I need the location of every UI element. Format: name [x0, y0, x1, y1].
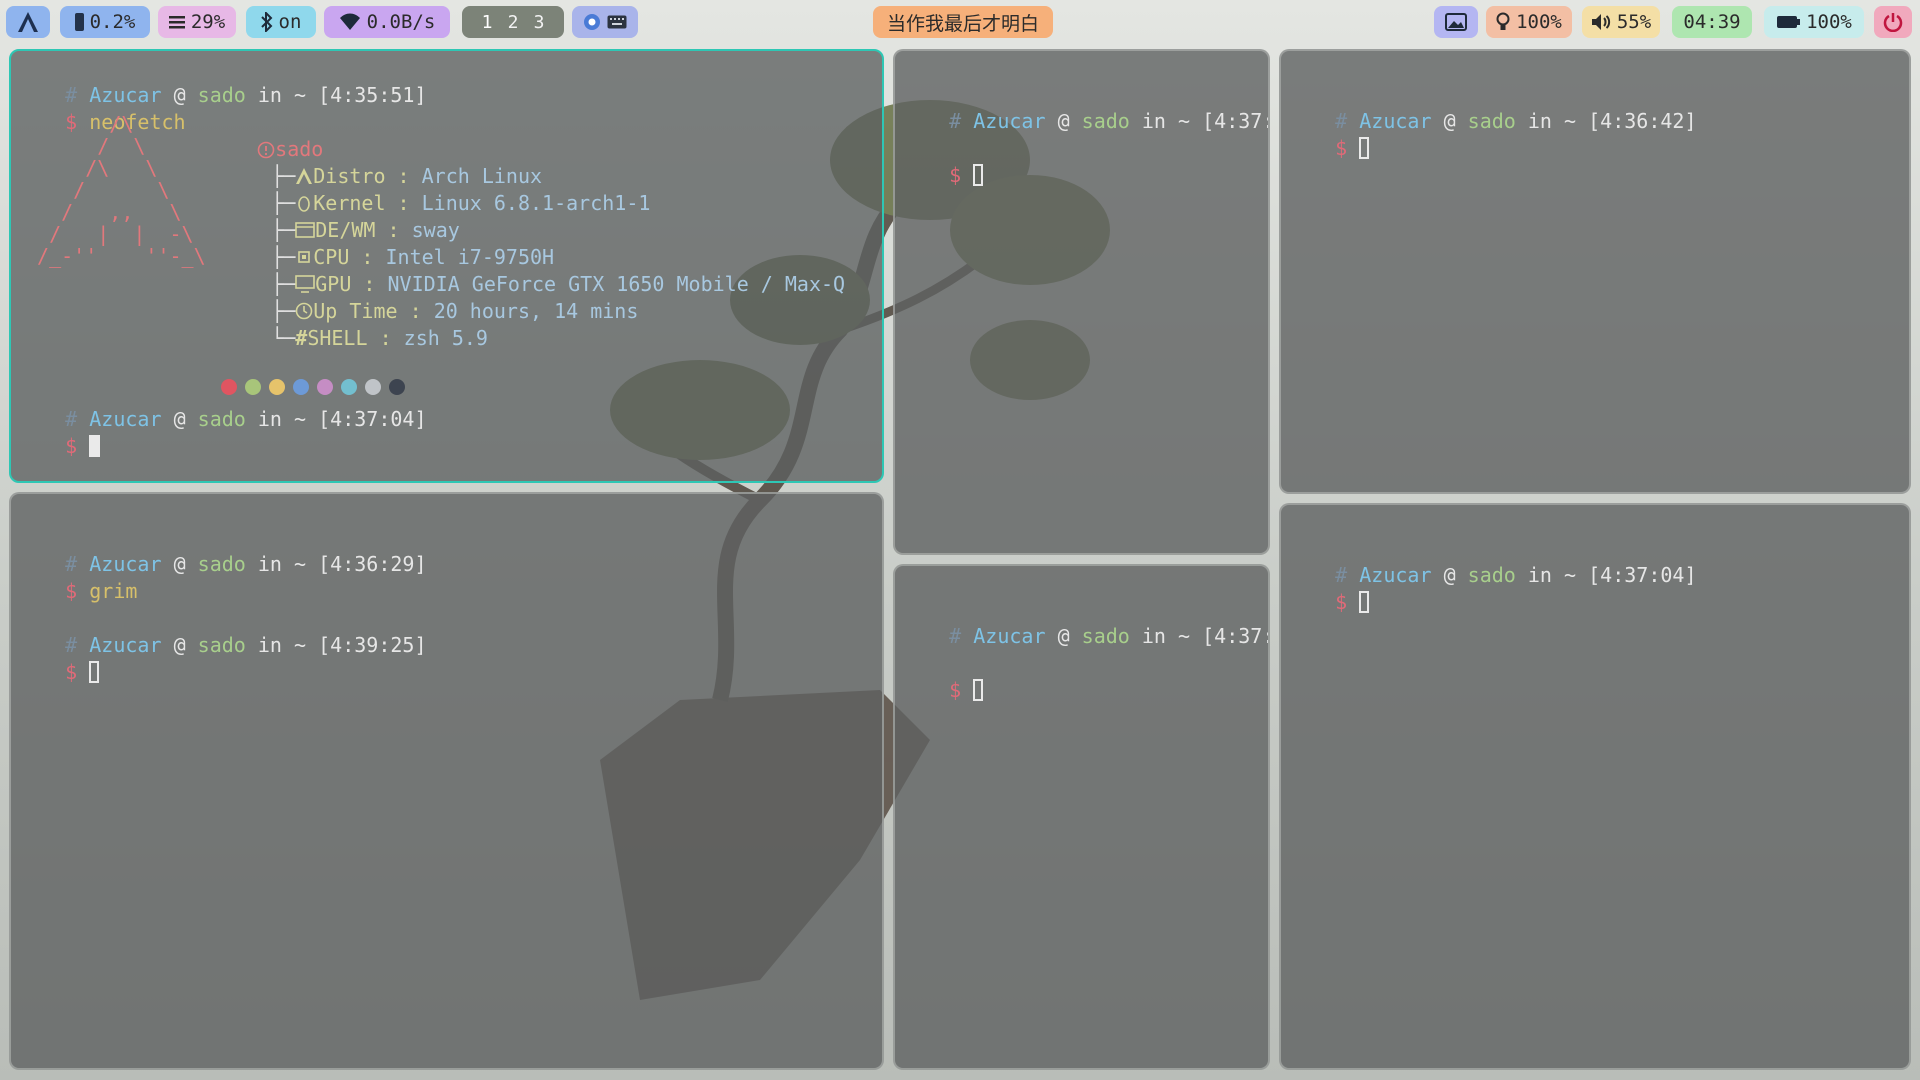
battery-value: 100% [1806, 11, 1852, 33]
workspace-3[interactable]: 3 [526, 12, 552, 33]
arch-ascii-logo: /\ / \ /\ \ / \ / ,, \ / | | -\ /_-'' ''… [37, 112, 206, 268]
terminal-middle-bottom[interactable]: # Azucar @ sado in ~ [4:37:04] $ [893, 564, 1270, 1070]
workspace-switcher: 1 2 3 [462, 6, 564, 38]
top-bar: 0.2% 29% on 0.0B/s 1 2 3 当作我最后才明白 100% 5… [0, 0, 1920, 44]
wifi-icon [339, 13, 360, 30]
input-line[interactable]: $ [17, 632, 100, 713]
terminal-cursor [973, 164, 984, 186]
clock-widget[interactable]: 04:39 [1672, 6, 1752, 38]
volume-value: 55% [1616, 11, 1652, 33]
cpu-icon [74, 13, 84, 31]
terminal-right-bottom[interactable]: # Azucar @ sado in ~ [4:37:04] $ [1279, 503, 1911, 1070]
terminal-cursor [973, 679, 984, 701]
terminal-main[interactable]: # Azucar @ sado in ~ [4:35:51] $ neofetc… [9, 49, 884, 483]
lightbulb-icon [1496, 12, 1510, 30]
volume-widget[interactable]: 55% [1582, 6, 1660, 38]
battery-icon [1777, 16, 1801, 28]
memory-value: 29% [190, 11, 226, 33]
hash-icon: # [295, 326, 308, 350]
brightness-widget[interactable]: 100% [1486, 6, 1572, 38]
input-line[interactable]: $ [901, 650, 984, 731]
terminal-middle-top[interactable]: # Azucar @ sado in ~ [4:37:04] $ [893, 49, 1270, 555]
input-line[interactable]: $ [17, 406, 101, 481]
system-tray [572, 6, 638, 38]
terminal-cursor [89, 435, 101, 457]
terminal-cursor [1359, 591, 1370, 613]
memory-icon [168, 16, 185, 29]
clock-time: 04:39 [1683, 11, 1741, 33]
network-speed: 0.0B/s [366, 11, 436, 33]
workspace-1[interactable]: 1 [474, 12, 500, 33]
neofetch-row-shell: └─#SHELL : zsh 5.9 [271, 326, 488, 350]
power-button[interactable] [1874, 6, 1912, 38]
window-title-text: 当作我最后才明白 [886, 12, 1039, 35]
input-line[interactable]: $ [901, 135, 984, 216]
terminal-cursor [89, 661, 100, 683]
image-icon [1445, 13, 1467, 31]
network-widget[interactable]: 0.0B/s [324, 6, 450, 38]
battery-widget[interactable]: 100% [1764, 6, 1864, 38]
input-line[interactable]: $ [1287, 108, 1370, 189]
terminal-cursor [1359, 137, 1370, 159]
chrome-icon[interactable] [583, 13, 601, 31]
terminal-bottom-left[interactable]: # Azucar @ sado in ~ [4:36:29] $ grim # … [9, 492, 884, 1070]
input-line[interactable]: $ [1287, 562, 1370, 643]
power-icon [1883, 13, 1903, 32]
bluetooth-status: on [278, 11, 302, 33]
launcher-button[interactable] [6, 6, 50, 38]
arch-logo-icon [18, 12, 38, 32]
cpu-widget[interactable]: 0.2% [60, 6, 150, 38]
window-title: 当作我最后才明白 [873, 6, 1053, 38]
bluetooth-widget[interactable]: on [246, 6, 316, 38]
memory-widget[interactable]: 29% [158, 6, 236, 38]
wallpaper-button[interactable] [1434, 6, 1478, 38]
keyboard-icon[interactable] [607, 15, 627, 29]
speaker-icon [1591, 14, 1610, 30]
workspace-2[interactable]: 2 [500, 12, 526, 33]
terminal-right-top[interactable]: # Azucar @ sado in ~ [4:36:42] $ [1279, 49, 1911, 494]
bluetooth-icon [260, 12, 272, 32]
cpu-value: 0.2% [89, 11, 136, 33]
brightness-value: 100% [1516, 11, 1562, 33]
